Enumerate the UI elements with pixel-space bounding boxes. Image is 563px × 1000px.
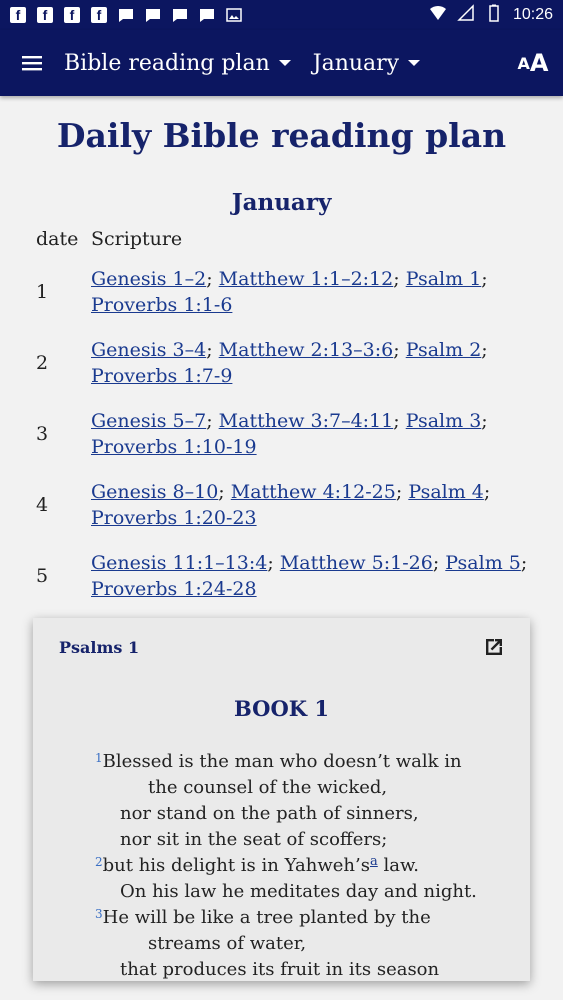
clock: 10:26 xyxy=(512,6,553,23)
facebook-notification-icon: f xyxy=(10,7,26,23)
facebook-notification-icon: f xyxy=(37,7,53,23)
scripture-link[interactable]: Matthew 1:1–2:12 xyxy=(219,268,394,290)
row-scripture: Genesis 8–10; Matthew 4:12-25; Psalm 4; … xyxy=(91,481,491,529)
scripture-link[interactable]: Genesis 3–4 xyxy=(91,339,206,361)
scripture-link[interactable]: Psalm 2 xyxy=(406,339,482,361)
row-scripture: Genesis 5–7; Matthew 3:7–4:11; Psalm 3; … xyxy=(91,410,488,458)
open-in-new-icon[interactable] xyxy=(482,635,506,659)
verse-number: 3 xyxy=(95,907,103,921)
verse-line: 2but his delight is in Yahweh’sa law. xyxy=(33,853,530,879)
verse-text: 1Blessed is the man who doesn’t walk in t… xyxy=(33,749,530,981)
row-date: 4 xyxy=(36,494,49,516)
menu-button[interactable] xyxy=(0,30,64,96)
message-notification-icon xyxy=(118,7,134,23)
scripture-link[interactable]: Matthew 5:1-26 xyxy=(280,552,433,574)
font-size-icon-small: A xyxy=(517,53,530,73)
row-date: 3 xyxy=(36,423,49,445)
verse-number: 2 xyxy=(95,855,103,869)
plan-dropdown-label: Bible reading plan xyxy=(64,50,270,76)
app-bar: Bible reading plan January AA xyxy=(0,30,563,96)
verse-line-text: nor sit in the seat of scoffers; xyxy=(120,829,388,850)
popup-reference: Psalms 1 xyxy=(59,637,140,657)
font-size-button[interactable]: AA xyxy=(503,30,563,96)
page-title: Daily Bible reading plan xyxy=(56,116,507,155)
month-dropdown-label: January xyxy=(312,50,400,76)
column-header-scripture: Scripture xyxy=(91,228,183,250)
verse-line-text: streams of water, xyxy=(148,933,307,954)
font-size-icon-big: A xyxy=(529,49,549,77)
scripture-link[interactable]: Matthew 3:7–4:11 xyxy=(219,410,394,432)
scripture-link[interactable]: Psalm 5 xyxy=(445,552,521,574)
scripture-popup[interactable]: Psalms 1 BOOK 1 1Blessed is the man who … xyxy=(33,618,530,981)
scripture-link[interactable]: Psalm 4 xyxy=(408,481,484,503)
scripture-link[interactable]: Matthew 4:12-25 xyxy=(231,481,396,503)
signal-icon xyxy=(457,3,475,27)
scripture-link[interactable]: Proverbs 1:20-23 xyxy=(91,507,257,529)
verse-line: nor sit in the seat of scoffers; xyxy=(33,827,530,853)
popup-header: Psalms 1 xyxy=(33,618,530,676)
verse-line-text: Blessed is the man who doesn’t walk in xyxy=(102,751,462,772)
image-notification-icon xyxy=(226,7,242,23)
scripture-link[interactable]: Proverbs 1:1-6 xyxy=(91,294,232,316)
table-header: date Scripture xyxy=(30,228,540,260)
content: Daily Bible reading plan January date Sc… xyxy=(0,96,563,705)
facebook-notification-icon: f xyxy=(64,7,80,23)
scripture-link[interactable]: Matthew 2:13–3:6 xyxy=(219,339,394,361)
table-row: 5 Genesis 11:1–13:4; Matthew 5:1-26; Psal… xyxy=(30,544,540,615)
verse-line: the counsel of the wicked, xyxy=(33,775,530,801)
table-row: 4 Genesis 8–10; Matthew 4:12-25; Psalm 4;… xyxy=(30,473,540,544)
notification-icons: f f f f xyxy=(10,7,242,23)
scripture-link[interactable]: Psalm 3 xyxy=(406,410,482,432)
scripture-link[interactable]: Genesis 1–2 xyxy=(91,268,206,290)
book-heading: BOOK 1 xyxy=(234,696,329,721)
row-scripture: Genesis 3–4; Matthew 2:13–3:6; Psalm 2; … xyxy=(91,339,488,387)
message-notification-icon xyxy=(145,7,161,23)
row-scripture: Genesis 11:1–13:4; Matthew 5:1-26; Psalm… xyxy=(91,552,528,600)
month-heading: January xyxy=(231,189,332,216)
scripture-link[interactable]: Genesis 8–10 xyxy=(91,481,218,503)
verse-line-text: nor stand on the path of sinners, xyxy=(120,803,419,824)
column-header-date: date xyxy=(36,228,79,250)
scripture-link[interactable]: Proverbs 1:7-9 xyxy=(91,365,232,387)
battery-icon xyxy=(485,4,503,27)
table-row: 3 Genesis 5–7; Matthew 3:7–4:11; Psalm 3;… xyxy=(30,402,540,473)
wifi-icon xyxy=(429,4,447,27)
verse-line-text: but his delight is in Yahweh’s xyxy=(102,855,370,876)
month-dropdown[interactable]: January xyxy=(312,50,421,76)
verse-line: On his law he meditates day and night. xyxy=(33,879,530,905)
verse-line-text: On his law he meditates day and night. xyxy=(120,881,477,902)
verse-line: 3He will be like a tree planted by the xyxy=(33,905,530,931)
verse-line-text: the counsel of the wicked, xyxy=(148,777,388,798)
chevron-down-icon xyxy=(278,60,291,66)
verse-line-text: that produces its fruit in its season xyxy=(120,959,440,980)
plan-dropdown[interactable]: Bible reading plan xyxy=(64,51,291,76)
scripture-link[interactable]: Genesis 5–7 xyxy=(91,410,206,432)
verse-line: that produces its fruit in its season xyxy=(33,957,530,981)
verse-line-text: He will be like a tree planted by the xyxy=(102,907,431,928)
verse-line: streams of water, xyxy=(33,931,530,957)
scripture-link[interactable]: Psalm 1 xyxy=(406,268,482,290)
scripture-link[interactable]: Genesis 11:1–13:4 xyxy=(91,552,267,574)
status-bar: f f f f 10:26 xyxy=(0,0,563,30)
row-scripture: Genesis 1–2; Matthew 1:1–2:12; Psalm 1; … xyxy=(91,268,488,316)
row-date: 2 xyxy=(36,352,49,374)
verse-line-text-after: law. xyxy=(377,855,419,876)
footnote-link[interactable]: a xyxy=(370,854,378,869)
verse-line: 1Blessed is the man who doesn’t walk in xyxy=(33,749,530,775)
verse-line: nor stand on the path of sinners, xyxy=(33,801,530,827)
message-notification-icon xyxy=(172,7,188,23)
verse-number: 1 xyxy=(95,751,103,765)
facebook-notification-icon: f xyxy=(91,7,107,23)
scripture-link[interactable]: Proverbs 1:24-28 xyxy=(91,578,257,600)
row-date: 5 xyxy=(36,565,49,587)
table-row: 1 Genesis 1–2; Matthew 1:1–2:12; Psalm 1;… xyxy=(30,260,540,331)
chevron-down-icon xyxy=(408,60,421,66)
message-notification-icon xyxy=(199,7,215,23)
hamburger-icon xyxy=(22,56,42,71)
row-date: 1 xyxy=(36,281,49,303)
scripture-link[interactable]: Proverbs 1:10-19 xyxy=(91,436,257,458)
table-row: 2 Genesis 3–4; Matthew 2:13–3:6; Psalm 2;… xyxy=(30,331,540,402)
